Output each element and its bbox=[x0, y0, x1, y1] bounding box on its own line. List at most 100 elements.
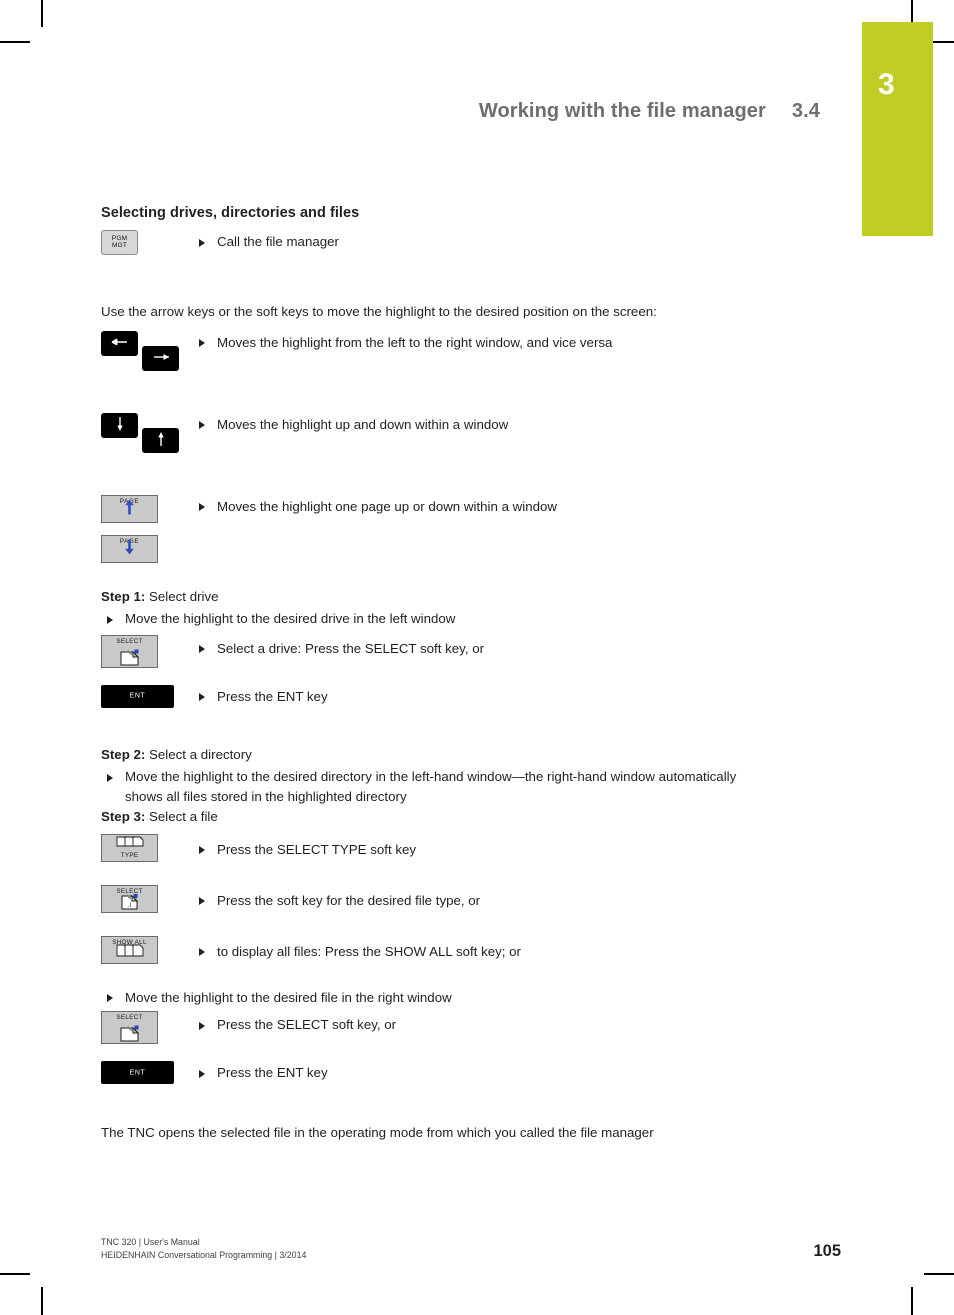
key-slot-select-type: SELECT TYPE bbox=[101, 833, 193, 862]
page-number: 105 bbox=[813, 1242, 841, 1260]
instruction-show-all: to display all files: Press the SHOW ALL… bbox=[195, 942, 741, 962]
page-down-key[interactable]: PAGE bbox=[101, 534, 158, 563]
row-text-wrapper: Press the SELECT soft key, or bbox=[195, 1011, 741, 1035]
step-2-heading: Step 2: Select a directory bbox=[101, 745, 741, 765]
crop-mark-bottom-left-vertical bbox=[41, 1287, 43, 1315]
step-3-label: Step 3: bbox=[101, 809, 146, 824]
key-slot-select-ext: SELECT .I bbox=[101, 884, 193, 913]
instruction-step1-select: Select a drive: Press the SELECT soft ke… bbox=[195, 639, 741, 659]
arrow-up-key[interactable] bbox=[142, 427, 180, 453]
row-text-wrapper: Moves the highlight one page up or down … bbox=[195, 495, 741, 517]
footer-line-2: HEIDENHAIN Conversational Programming | … bbox=[101, 1250, 307, 1261]
arrow-down-icon bbox=[101, 416, 138, 434]
key-slot-arrow-vertical bbox=[101, 412, 193, 453]
crop-mark-bottom-right-horizontal bbox=[924, 1273, 954, 1275]
select-soft-key[interactable]: SELECT bbox=[101, 634, 158, 668]
step-2-bullet: Move the highlight to the desired direct… bbox=[101, 767, 741, 806]
arrow-down-key[interactable] bbox=[101, 412, 138, 438]
key-slot-show-all: SHOW ALL bbox=[101, 935, 193, 964]
show-all-soft-key[interactable]: SHOW ALL bbox=[101, 935, 158, 964]
instruction-step1-ent: Press the ENT key bbox=[195, 687, 741, 707]
step-2-title: Select a directory bbox=[149, 746, 252, 762]
row-arrow-left-right: Moves the highlight from the left to the… bbox=[101, 330, 741, 403]
key-slot-ent-1: ENT bbox=[101, 684, 193, 708]
instruction-arrow-left-right: Moves the highlight from the left to the… bbox=[195, 333, 741, 353]
row-select-ext: SELECT .I Press the soft key for the des… bbox=[101, 884, 741, 929]
arrow-right-icon bbox=[142, 353, 179, 363]
select-filetype-page-icon: .I bbox=[102, 893, 157, 910]
key-slot-page: PAGE PAGE bbox=[101, 494, 193, 563]
step-3-heading: Step 3: Select a file bbox=[101, 807, 741, 827]
arrow-up-icon bbox=[142, 431, 179, 449]
running-header: Working with the file manager 3.4 bbox=[0, 100, 820, 123]
running-header-section-number: 3.4 bbox=[791, 100, 820, 122]
select-type-key-label-bottom: TYPE bbox=[120, 851, 139, 859]
svg-text:.I: .I bbox=[127, 902, 131, 909]
instruction-step3-select: Press the SELECT soft key, or bbox=[195, 1015, 741, 1035]
row-step1-select: SELECT Select a drive: Press the SELECT … bbox=[101, 634, 741, 675]
page-up-key[interactable]: PAGE bbox=[101, 494, 158, 523]
row-text-wrapper: Press the ENT key bbox=[195, 1061, 741, 1083]
chapter-tab: 3 bbox=[862, 22, 933, 236]
select-type-soft-key[interactable]: SELECT TYPE bbox=[101, 833, 158, 862]
select-soft-key-2-label: SELECT bbox=[116, 1014, 143, 1021]
row-text-wrapper: Press the ENT key bbox=[195, 685, 741, 707]
row-call-file-manager: PGM MGT Call the file manager bbox=[101, 230, 741, 272]
ent-key[interactable]: ENT bbox=[101, 684, 174, 708]
arrow-right-key[interactable] bbox=[142, 345, 180, 371]
arrow-left-key[interactable] bbox=[101, 330, 138, 356]
select-page-icon-2 bbox=[102, 1025, 157, 1042]
crop-mark-top-left-vertical bbox=[41, 0, 43, 27]
chapter-number: 3 bbox=[878, 68, 895, 101]
pgm-mgt-key[interactable]: PGM MGT bbox=[101, 230, 138, 255]
key-slot-pgm-mgt: PGM MGT bbox=[101, 230, 193, 255]
row-text-wrapper: Press the soft key for the desired file … bbox=[195, 885, 741, 911]
key-slot-select-file: SELECT bbox=[101, 1011, 193, 1044]
closing-paragraph: The TNC opens the selected file in the o… bbox=[101, 1125, 654, 1140]
row-text-wrapper: Call the file manager bbox=[195, 230, 741, 252]
instruction-select-ext: Press the soft key for the desired file … bbox=[195, 891, 741, 911]
ent-key-label: ENT bbox=[129, 692, 146, 700]
step-3-title: Select a file bbox=[149, 809, 218, 824]
key-slot-select-drive: SELECT bbox=[101, 634, 193, 668]
step-1-heading: Step 1: Select drive bbox=[101, 587, 741, 607]
multiple-pages-icon bbox=[102, 836, 157, 852]
row-text-wrapper: Select a drive: Press the SELECT soft ke… bbox=[195, 635, 741, 659]
select-soft-key-label: SELECT bbox=[116, 637, 143, 645]
key-slot-arrow-horizontal bbox=[101, 330, 193, 371]
row-page-keys: PAGE PAGE Moves the hig bbox=[101, 494, 741, 575]
crop-mark-bottom-right-vertical bbox=[911, 1287, 913, 1315]
page-title: Selecting drives, directories and files bbox=[101, 205, 360, 221]
page-up-icon bbox=[102, 499, 157, 520]
instruction-select-type: Press the SELECT TYPE soft key bbox=[195, 840, 741, 860]
crop-mark-top-right-vertical bbox=[911, 0, 913, 22]
row-text-wrapper: Moves the highlight up and down within a… bbox=[195, 413, 741, 435]
page-down-icon bbox=[102, 539, 157, 560]
intro-paragraph: Use the arrow keys or the soft keys to m… bbox=[101, 304, 657, 319]
row-text-wrapper: Press the SELECT TYPE soft key bbox=[195, 834, 741, 860]
key-slot-ent-2: ENT bbox=[101, 1061, 193, 1084]
crop-mark-top-left-horizontal bbox=[0, 41, 30, 43]
select-soft-key-2[interactable]: SELECT bbox=[101, 1011, 158, 1044]
step-1-label: Step 1: bbox=[101, 588, 146, 604]
page-footer: TNC 320 | User's Manual HEIDENHAIN Conve… bbox=[101, 1236, 841, 1262]
footer-line-1: TNC 320 | User's Manual bbox=[101, 1237, 200, 1248]
step-3-bullet: Move the highlight to the desired file i… bbox=[101, 988, 741, 1008]
running-header-title: Working with the file manager bbox=[478, 100, 766, 122]
footer-imprint: TNC 320 | User's Manual HEIDENHAIN Conve… bbox=[101, 1236, 782, 1262]
select-page-icon bbox=[102, 649, 157, 665]
instruction-call-file-manager: Call the file manager bbox=[195, 232, 741, 252]
select-filetype-soft-key[interactable]: SELECT .I bbox=[101, 884, 158, 913]
arrow-left-icon bbox=[101, 338, 138, 348]
row-step1-ent: ENT Press the ENT key bbox=[101, 684, 741, 715]
row-select-type: SELECT TYPE Press the SELECT TYPE soft k… bbox=[101, 833, 741, 878]
pgm-mgt-key-label: PGM MGT bbox=[111, 234, 128, 250]
instruction-page-keys: Moves the highlight one page up or down … bbox=[195, 497, 741, 517]
row-arrow-up-down: Moves the highlight up and down within a… bbox=[101, 412, 741, 485]
instruction-arrow-up-down: Moves the highlight up and down within a… bbox=[195, 415, 741, 435]
ent-key-2[interactable]: ENT bbox=[101, 1061, 174, 1084]
crop-mark-bottom-left-horizontal bbox=[0, 1273, 30, 1275]
step-1-bullet: Move the highlight to the desired drive … bbox=[101, 609, 741, 629]
instruction-step3-ent: Press the ENT key bbox=[195, 1063, 741, 1083]
ent-key-2-label: ENT bbox=[129, 1069, 146, 1076]
